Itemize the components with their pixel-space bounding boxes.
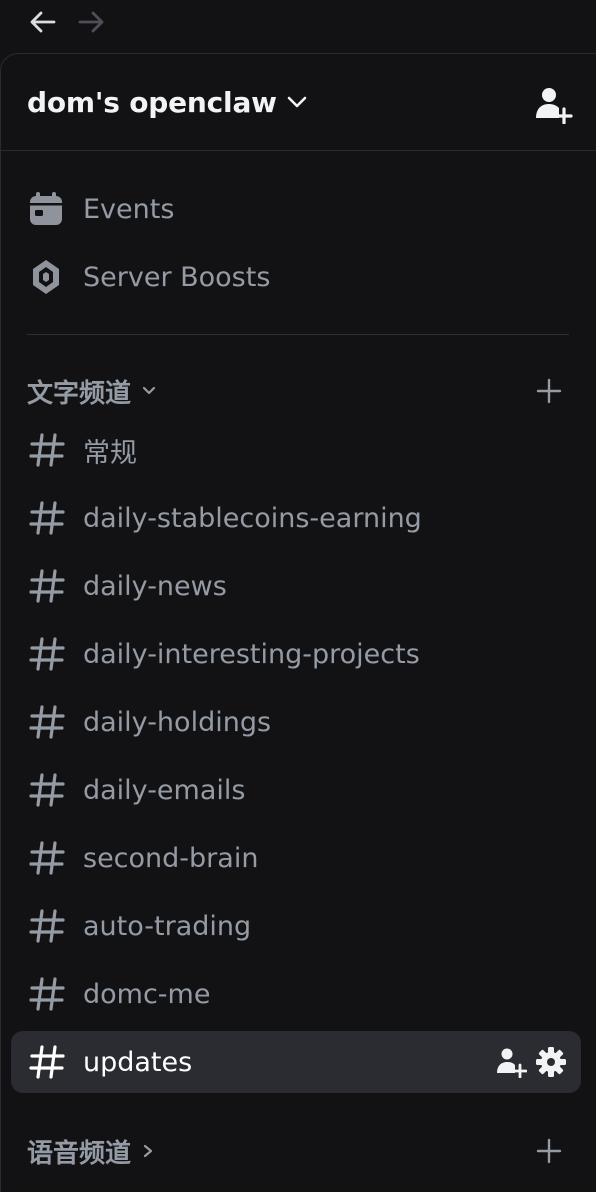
text-channel-hash-icon (27, 974, 67, 1014)
arrow-right-icon (78, 11, 104, 33)
channel-name: auto-trading (83, 910, 252, 942)
channel-item[interactable]: daily-emails (11, 759, 581, 821)
boost-gem-icon (27, 258, 65, 296)
text-channel-hash-icon (27, 702, 67, 742)
channel-item[interactable]: 常规 (11, 419, 581, 481)
channel-name: daily-news (83, 570, 227, 602)
voice-channels-category[interactable]: 语音频道 (27, 1131, 571, 1171)
server-name: dom's openclaw (27, 85, 277, 119)
server-header: dom's openclaw (1, 54, 596, 151)
plus-icon (536, 1138, 562, 1164)
channel-name: updates (83, 1046, 193, 1078)
channel-item[interactable]: daily-news (11, 555, 581, 617)
channel-item[interactable]: auto-trading (11, 895, 581, 957)
channel-item[interactable]: domc-me (11, 963, 581, 1025)
text-channel-hash-icon (27, 430, 67, 470)
channel-name: daily-interesting-projects (83, 638, 420, 670)
add-member-icon (536, 88, 573, 124)
text-channel-hash-icon (27, 566, 67, 606)
channel-item-active[interactable]: updates (11, 1031, 581, 1093)
category-label: 语音频道 (27, 1138, 132, 1169)
channel-sidebar: dom's openclaw Events Server Boosts 文字频道… (0, 0, 596, 1192)
create-invite-icon (497, 1048, 527, 1078)
category-label: 文字频道 (27, 378, 132, 409)
text-channel-hash-icon (27, 498, 67, 538)
create-invite-button[interactable] (495, 1045, 527, 1079)
history-nav (26, 4, 108, 40)
events-item[interactable]: Events (27, 183, 567, 235)
text-channel-hash-icon (27, 770, 67, 810)
plus-icon (536, 378, 562, 404)
chevron-down-icon (287, 96, 307, 108)
create-text-channel-button[interactable] (533, 375, 565, 407)
text-channels-category[interactable]: 文字频道 (27, 371, 571, 411)
invite-people-button[interactable] (533, 84, 573, 124)
channel-item[interactable]: daily-stablecoins-earning (11, 487, 581, 549)
server-boosts-item[interactable]: Server Boosts (27, 251, 567, 303)
chevron-right-icon (141, 1142, 159, 1160)
server-panel: dom's openclaw Events Server Boosts 文字频道… (0, 53, 596, 1192)
arrow-left-icon (30, 11, 56, 33)
calendar-icon (27, 190, 65, 228)
settings-gear-icon (536, 1047, 566, 1077)
section-divider (27, 334, 569, 335)
channel-name: daily-emails (83, 774, 246, 806)
edit-channel-button[interactable] (535, 1045, 567, 1079)
server-boosts-label: Server Boosts (83, 261, 271, 293)
channel-name: second-brain (83, 842, 259, 874)
create-voice-channel-button[interactable] (533, 1135, 565, 1167)
channel-item[interactable]: second-brain (11, 827, 581, 889)
server-menu-button[interactable]: dom's openclaw (27, 82, 307, 122)
channel-actions (495, 1045, 567, 1079)
channel-name: 常规 (83, 437, 137, 469)
text-channel-hash-icon (27, 634, 67, 674)
channel-item[interactable]: daily-interesting-projects (11, 623, 581, 685)
forward-button[interactable] (74, 5, 108, 39)
chevron-down-icon (141, 382, 159, 400)
channel-name: daily-stablecoins-earning (83, 502, 422, 534)
text-channel-hash-icon (27, 1042, 67, 1082)
channel-name: domc-me (83, 978, 211, 1010)
text-channel-hash-icon (27, 906, 67, 946)
events-label: Events (83, 193, 175, 225)
channel-name: daily-holdings (83, 706, 272, 738)
back-button[interactable] (26, 5, 60, 39)
text-channel-hash-icon (27, 838, 67, 878)
channel-item[interactable]: daily-holdings (11, 691, 581, 753)
